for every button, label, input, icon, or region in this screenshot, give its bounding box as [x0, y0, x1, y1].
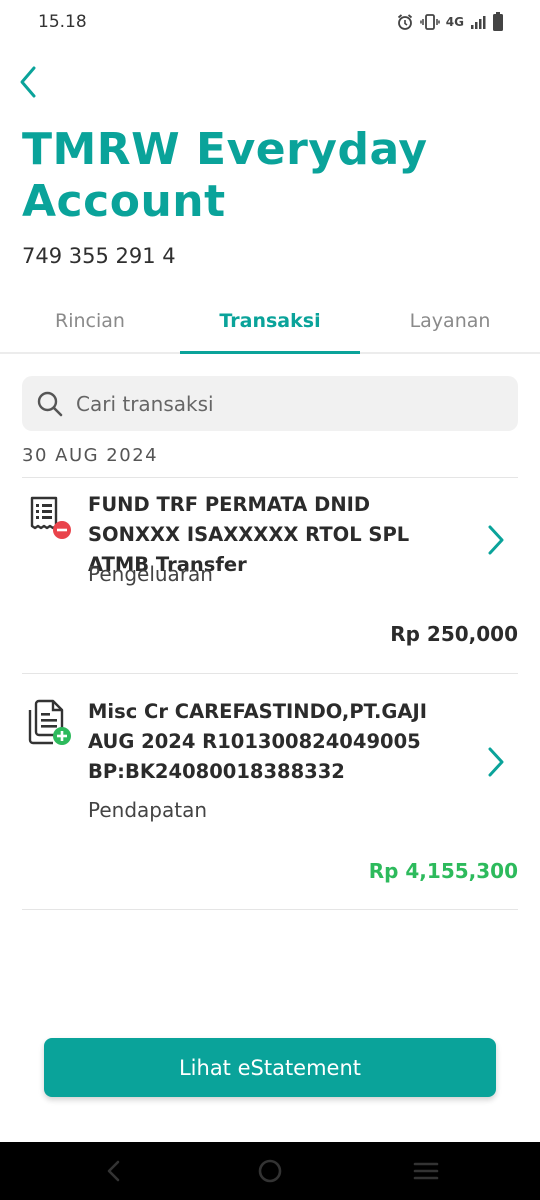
transaction-item-income[interactable]: Misc Cr CAREFASTINDO,PT.GAJI AUG 2024 R1… — [0, 674, 540, 909]
page-title: TMRW Everyday Account — [22, 124, 428, 227]
date-header: 30 AUG 2024 — [22, 445, 159, 466]
active-tab-indicator — [180, 351, 360, 354]
transaction-amount: Rp 250,000 — [390, 622, 518, 646]
status-bar: 15.18 4G — [0, 0, 540, 44]
divider — [22, 909, 518, 910]
search-icon — [37, 391, 63, 416]
tab-rincian[interactable]: Rincian — [0, 290, 180, 352]
tab-bar: Rincian Transaksi Layanan — [0, 290, 540, 354]
chevron-right-icon — [484, 746, 506, 783]
income-document-icon — [26, 698, 76, 753]
back-button[interactable] — [10, 62, 46, 102]
transaction-description: Misc Cr CAREFASTINDO,PT.GAJI AUG 2024 R1… — [88, 700, 427, 783]
tab-transaksi[interactable]: Transaksi — [180, 290, 360, 352]
transaction-type: Pendapatan — [88, 798, 208, 822]
network-type: 4G — [445, 15, 464, 29]
alarm-icon — [396, 13, 414, 31]
vibrate-icon — [420, 13, 440, 31]
expense-receipt-icon — [26, 494, 76, 549]
chevron-left-icon — [20, 66, 36, 98]
transaction-item-expense[interactable]: FUND TRF PERMATA DNID SONXXX ISAXXXXX RT… — [0, 478, 540, 673]
search-input[interactable]: Cari transaksi — [22, 376, 518, 431]
menu-icon — [413, 1162, 439, 1180]
status-icons: 4G — [396, 12, 504, 32]
nav-home-icon — [258, 1159, 282, 1183]
tab-layanan[interactable]: Layanan — [360, 290, 540, 352]
nav-home-button[interactable] — [250, 1156, 290, 1186]
transaction-type: Pengeluaran — [88, 562, 213, 586]
view-estatement-button[interactable]: Lihat eStatement — [44, 1038, 496, 1097]
status-time: 15.18 — [38, 12, 87, 32]
signal-icon — [470, 14, 486, 30]
transaction-amount: Rp 4,155,300 — [368, 859, 518, 883]
search-placeholder: Cari transaksi — [76, 391, 214, 416]
nav-back-icon — [107, 1160, 120, 1182]
nav-back-button[interactable] — [94, 1156, 134, 1186]
nav-menu-button[interactable] — [406, 1156, 446, 1186]
chevron-right-icon — [484, 524, 506, 561]
account-number: 749 355 291 4 — [22, 244, 176, 268]
system-nav-bar — [0, 1142, 540, 1200]
battery-icon — [492, 12, 504, 32]
